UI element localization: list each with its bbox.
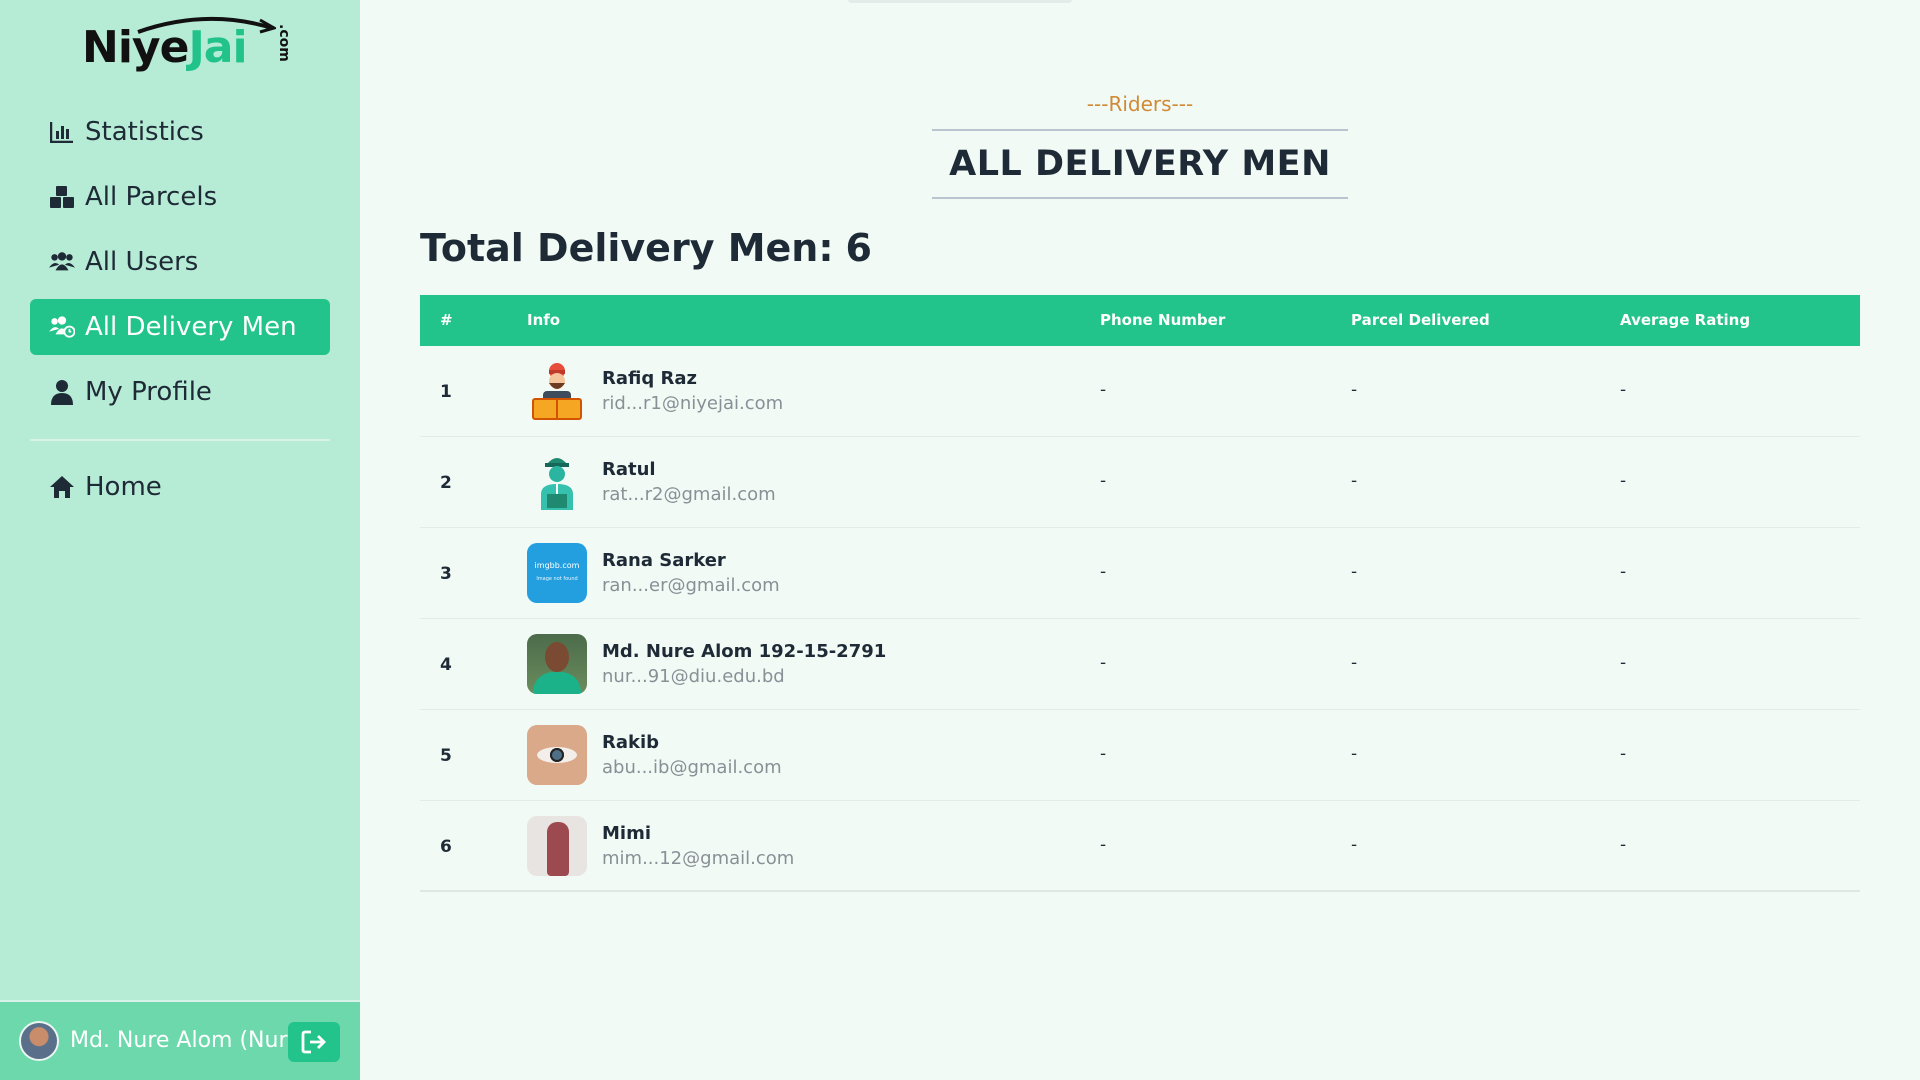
- rider-average-rating: -: [1620, 835, 1627, 855]
- delivery-men-icon: [49, 314, 75, 340]
- brand-logo[interactable]: NiyeJai .com: [82, 14, 292, 76]
- rider-phone: -: [1100, 380, 1107, 400]
- rider-average-rating: -: [1620, 653, 1627, 673]
- rider-phone: -: [1100, 744, 1107, 764]
- rider-parcels-delivered: -: [1351, 380, 1358, 400]
- rider-average-rating: -: [1620, 562, 1627, 582]
- home-icon: [49, 474, 75, 500]
- rider-avatar: [527, 634, 587, 694]
- logo-wordmark: NiyeJai: [82, 22, 248, 73]
- top-edge-shadow: [848, 0, 1072, 3]
- table-row: 4 Md. Nure Alom 192-15-2791 nur...91@diu…: [420, 619, 1860, 710]
- row-index: 1: [440, 382, 452, 402]
- section-subheading: ---Riders---: [1086, 92, 1194, 116]
- avatar[interactable]: [19, 1021, 59, 1061]
- users-icon: [49, 249, 75, 275]
- rider-phone: -: [1100, 835, 1107, 855]
- placeholder-subtitle: Image not found: [536, 576, 578, 582]
- rider-email: rat...r2@gmail.com: [602, 484, 776, 505]
- sidebar-item-all-parcels[interactable]: All Parcels: [30, 169, 330, 225]
- rider-name: Rana Sarker: [602, 550, 726, 571]
- table-row: 5 Rakib abu...ib@gmail.com - - -: [420, 710, 1860, 801]
- rider-name: Mimi: [602, 823, 652, 844]
- logo-dotcom: .com: [276, 24, 292, 62]
- rider-name: Ratul: [602, 459, 656, 480]
- rider-average-rating: -: [1620, 471, 1627, 491]
- column-header-average-rating: Average Rating: [1620, 311, 1751, 329]
- rider-avatar-placeholder: imgbb.com Image not found: [527, 543, 587, 603]
- rider-parcels-delivered: -: [1351, 471, 1358, 491]
- sidebar-item-label: All Parcels: [85, 182, 218, 212]
- courier-illustration-icon: [541, 458, 573, 510]
- rider-name: Rafiq Raz: [602, 368, 697, 389]
- placeholder-title: imgbb.com: [534, 561, 580, 570]
- logout-icon: [301, 1030, 326, 1054]
- row-index: 2: [440, 473, 452, 493]
- sidebar: NiyeJai .com Statistics All Parcels All …: [0, 0, 360, 1080]
- current-user-name: Md. Nure Alom (Nur): [70, 1028, 297, 1053]
- sidebar-item-all-users[interactable]: All Users: [30, 234, 330, 290]
- rider-avatar: [527, 361, 587, 421]
- rider-email: rid...r1@niyejai.com: [602, 393, 784, 414]
- column-header-info: Info: [527, 311, 561, 329]
- rider-parcels-delivered: -: [1351, 835, 1358, 855]
- sidebar-item-label: All Delivery Men: [85, 312, 297, 342]
- sidebar-item-label: Statistics: [85, 117, 204, 147]
- table-header: # Info Phone Number Parcel Delivered Ave…: [420, 295, 1860, 346]
- column-header-index: #: [440, 311, 453, 329]
- table-row: 3 imgbb.com Image not found Rana Sarker …: [420, 528, 1860, 619]
- rider-email: abu...ib@gmail.com: [602, 757, 782, 778]
- page-title-box: ALL DELIVERY MEN: [932, 129, 1348, 199]
- rider-name: Md. Nure Alom 192-15-2791: [602, 641, 887, 662]
- sidebar-item-home[interactable]: Home: [30, 459, 330, 515]
- delivery-men-table: # Info Phone Number Parcel Delivered Ave…: [420, 295, 1860, 892]
- delivery-man-illustration-icon: [532, 363, 582, 420]
- column-header-phone: Phone Number: [1100, 311, 1226, 329]
- boxes-icon: [49, 184, 75, 210]
- user-icon: [49, 379, 75, 405]
- rider-parcels-delivered: -: [1351, 744, 1358, 764]
- total-delivery-men: Total Delivery Men: 6: [420, 226, 872, 270]
- rider-average-rating: -: [1620, 380, 1627, 400]
- rider-avatar: [527, 452, 587, 512]
- sidebar-item-label: Home: [85, 472, 162, 502]
- page-title: ALL DELIVERY MEN: [949, 144, 1331, 184]
- row-index: 4: [440, 655, 452, 675]
- rider-email: nur...91@diu.edu.bd: [602, 666, 785, 687]
- chart-icon: [49, 119, 75, 145]
- sidebar-item-label: All Users: [85, 247, 199, 277]
- column-header-parcel-delivered: Parcel Delivered: [1351, 311, 1490, 329]
- rider-avatar: [527, 816, 587, 876]
- logout-button[interactable]: [288, 1022, 340, 1062]
- sidebar-item-my-profile[interactable]: My Profile: [30, 364, 330, 420]
- table-row: 2 Ratul rat...r2@gmail.com - - -: [420, 437, 1860, 528]
- row-index: 6: [440, 837, 452, 857]
- rider-phone: -: [1100, 471, 1107, 491]
- rider-average-rating: -: [1620, 744, 1627, 764]
- row-index: 3: [440, 564, 452, 584]
- rider-avatar: [527, 725, 587, 785]
- rider-email: ran...er@gmail.com: [602, 575, 780, 596]
- sidebar-item-statistics[interactable]: Statistics: [30, 104, 330, 160]
- total-count: 6: [845, 226, 872, 270]
- sidebar-item-label: My Profile: [85, 377, 212, 407]
- table-row: 6 Mimi mim...12@gmail.com - - -: [420, 801, 1860, 892]
- row-index: 5: [440, 746, 452, 766]
- table-row: 1 Rafiq Raz rid...r1@niyejai.com - - -: [420, 346, 1860, 437]
- rider-name: Rakib: [602, 732, 660, 753]
- rider-phone: -: [1100, 562, 1107, 582]
- sidebar-item-all-delivery-men[interactable]: All Delivery Men: [30, 299, 330, 355]
- rider-parcels-delivered: -: [1351, 653, 1358, 673]
- total-label: Total Delivery Men:: [420, 226, 834, 270]
- rider-phone: -: [1100, 653, 1107, 673]
- rider-email: mim...12@gmail.com: [602, 848, 795, 869]
- rider-parcels-delivered: -: [1351, 562, 1358, 582]
- current-user-bar: Md. Nure Alom (Nur): [0, 1000, 360, 1080]
- sidebar-divider: [30, 439, 330, 441]
